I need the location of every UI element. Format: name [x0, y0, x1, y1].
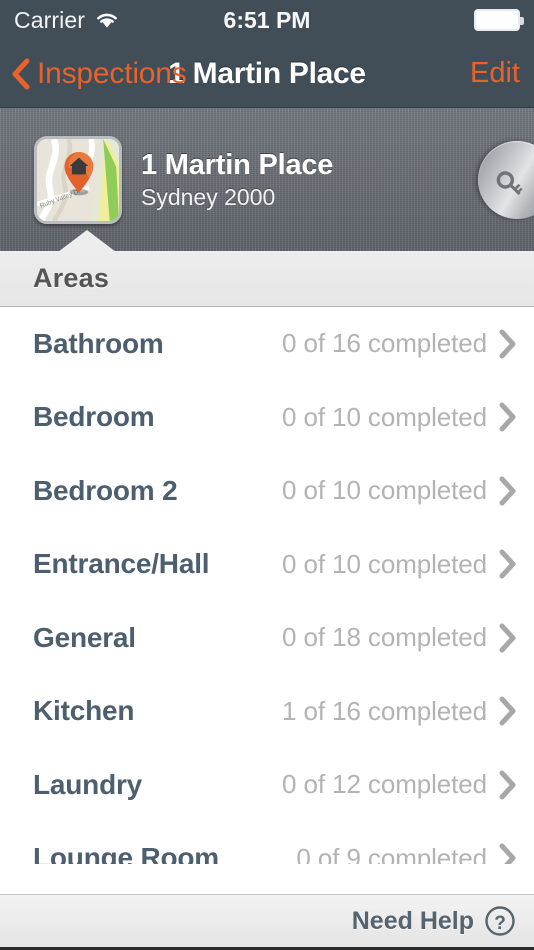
back-button-label: Inspections [37, 56, 187, 90]
property-header: Ruby Valley Dr 1 Martin Place Sydney 200… [0, 108, 534, 251]
area-row-right: 1 of 16 completed [282, 695, 518, 728]
area-name: Bedroom 2 [33, 474, 178, 506]
area-name: Entrance/Hall [33, 548, 210, 580]
area-row-right: 0 of 10 completed [282, 548, 518, 581]
chevron-right-icon [496, 769, 518, 801]
area-row[interactable]: Bedroom 2 0 of 10 completed [0, 454, 534, 528]
chevron-right-icon [496, 622, 518, 654]
area-row[interactable]: Kitchen 1 of 16 completed [0, 674, 534, 748]
map-pin-home-icon: Ruby Valley Dr [37, 138, 119, 221]
question-mark-circle-icon[interactable]: ? [484, 905, 516, 937]
chevron-right-icon [496, 475, 518, 507]
area-row-right: 0 of 10 completed [282, 475, 518, 507]
area-status: 0 of 18 completed [282, 622, 487, 653]
chevron-right-icon [496, 695, 518, 728]
area-name: General [33, 621, 136, 653]
areas-section-header: Areas [0, 251, 534, 307]
app-screen: Carrier 6:51 PM Inspections 1 Martin Pla… [0, 0, 534, 950]
area-status: 0 of 9 completed [296, 842, 487, 864]
svg-text:?: ? [494, 913, 506, 934]
area-row[interactable]: Bathroom 0 of 16 completed [0, 307, 534, 381]
area-row[interactable]: Bedroom 0 of 10 completed [0, 380, 534, 454]
need-help-label: Need Help [351, 906, 474, 935]
area-status: 0 of 16 completed [282, 328, 487, 359]
back-button[interactable]: Inspections [10, 57, 187, 91]
area-row-right: 0 of 9 completed [296, 842, 518, 864]
area-status: 0 of 10 completed [282, 548, 487, 579]
chevron-right-icon [496, 842, 518, 864]
area-status: 0 of 10 completed [282, 475, 487, 506]
areas-list: Bathroom 0 of 16 completed Bedroom 0 of 10 … [0, 307, 534, 864]
map-thumbnail[interactable]: Ruby Valley Dr [34, 135, 122, 224]
property-suburb: Sydney 2000 [141, 183, 276, 210]
status-bar: Carrier 6:51 PM [0, 0, 534, 40]
chevron-right-icon [496, 401, 518, 434]
status-bar-left: Carrier [14, 7, 120, 34]
area-name: Laundry [33, 768, 143, 800]
wifi-icon [94, 10, 120, 30]
chevron-right-icon [496, 328, 518, 360]
area-status: 1 of 16 completed [282, 695, 487, 726]
area-row-right: 0 of 18 completed [282, 622, 518, 654]
area-row-right: 0 of 16 completed [282, 328, 518, 360]
property-address: 1 Martin Place [141, 149, 334, 182]
area-row[interactable]: General 0 of 18 completed [0, 601, 534, 675]
property-info: 1 Martin Place Sydney 2000 [141, 149, 333, 210]
status-bar-right [474, 9, 524, 31]
area-row[interactable]: Laundry 0 of 12 completed [0, 748, 534, 822]
chevron-left-icon [10, 57, 32, 91]
key-icon [494, 163, 534, 197]
area-status: 0 of 10 completed [282, 401, 487, 432]
key-tab-button[interactable] [478, 140, 534, 219]
area-name: Bathroom [33, 327, 164, 359]
battery-full-icon [474, 9, 524, 31]
section-title: Areas [33, 263, 110, 293]
area-row-right: 0 of 12 completed [282, 769, 518, 801]
area-row[interactable]: Entrance/Hall 0 of 10 completed [0, 527, 534, 601]
area-name: Lounge Room [33, 842, 219, 864]
help-bar[interactable]: Need Help ? [0, 894, 534, 950]
area-status: 0 of 12 completed [282, 769, 487, 800]
navigation-bar: Inspections 1 Martin Place Edit [0, 40, 534, 108]
chevron-right-icon [496, 548, 518, 581]
header-notch [58, 230, 116, 251]
area-name: Kitchen [33, 695, 135, 727]
area-name: Bedroom [33, 401, 155, 433]
carrier-label: Carrier [14, 6, 85, 33]
area-row[interactable]: Lounge Room 0 of 9 completed [0, 821, 534, 864]
edit-button[interactable]: Edit [470, 57, 520, 90]
area-row-right: 0 of 10 completed [282, 401, 518, 434]
